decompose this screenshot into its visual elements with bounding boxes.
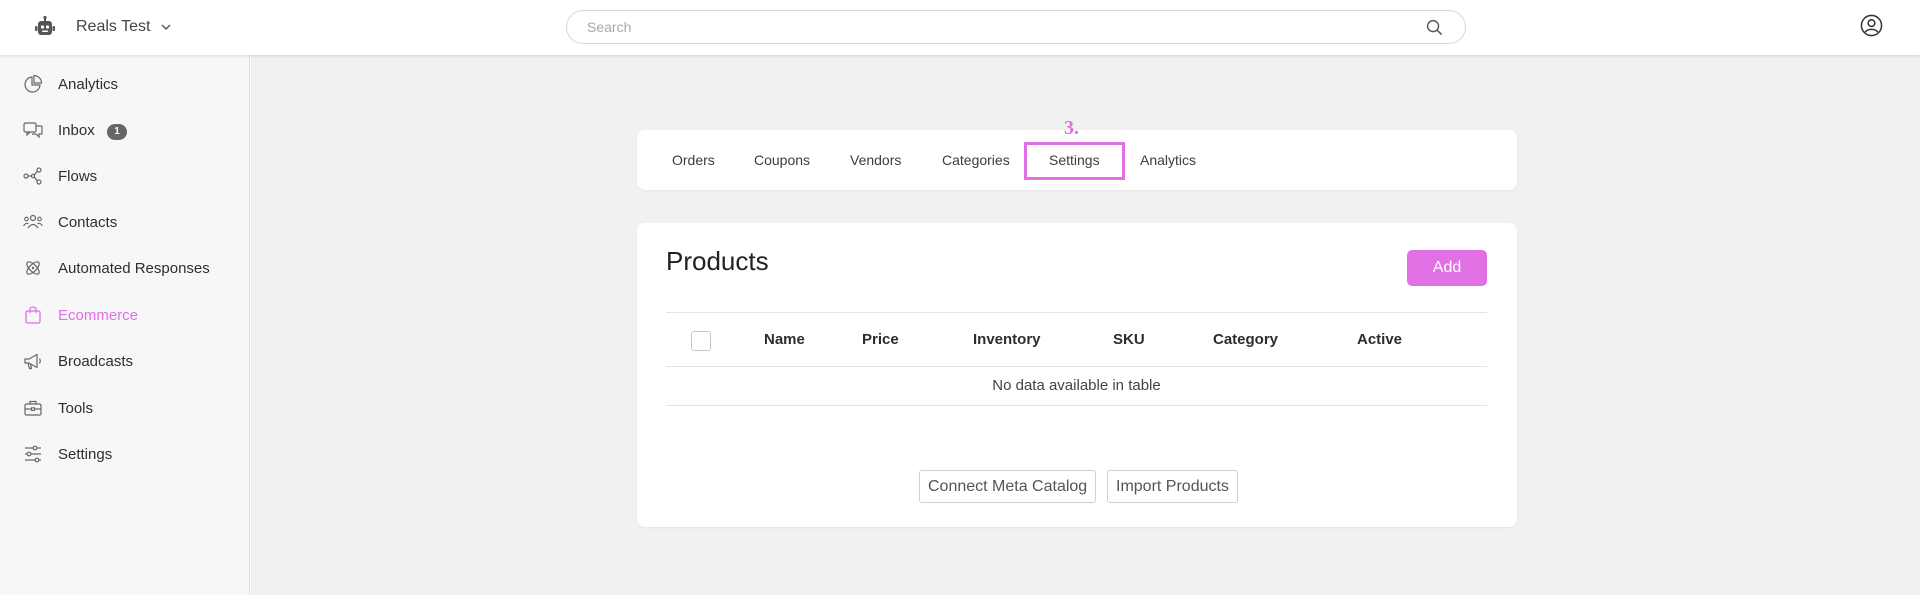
sidebar-item-flows[interactable]: Flows xyxy=(0,156,249,196)
column-header-price[interactable]: Price xyxy=(862,331,899,348)
page-title: Products xyxy=(666,246,769,276)
workspace-switcher[interactable]: Reals Test xyxy=(33,12,173,42)
sidebar-item-ecommerce[interactable]: Ecommerce xyxy=(0,295,249,335)
sidebar: Analytics Inbox 1 Flows Contacts Automat… xyxy=(0,55,250,595)
column-header-category[interactable]: Category xyxy=(1213,331,1278,348)
column-header-name[interactable]: Name xyxy=(764,331,805,348)
chevron-down-icon xyxy=(150,20,173,34)
sidebar-item-settings[interactable]: Settings xyxy=(0,434,249,474)
table-header: Name Price Inventory SKU Category Active xyxy=(666,312,1487,367)
sidebar-item-automated-responses[interactable]: Automated Responses xyxy=(0,248,249,288)
sidebar-item-label: Ecommerce xyxy=(58,306,139,324)
empty-table-message: No data available in table xyxy=(666,367,1487,406)
sidebar-item-analytics[interactable]: Analytics xyxy=(0,64,249,104)
sidebar-item-tools[interactable]: Tools xyxy=(0,388,249,428)
sidebar-item-label: Analytics xyxy=(58,75,119,93)
sidebar-item-inbox[interactable]: Inbox 1 xyxy=(0,110,249,150)
products-table: Name Price Inventory SKU Category Active… xyxy=(666,312,1487,406)
sidebar-item-label: Broadcasts xyxy=(58,352,134,370)
unread-count-badge: 1 xyxy=(107,124,127,140)
sidebar-item-label: Settings xyxy=(58,445,113,463)
tab-orders[interactable]: Orders xyxy=(672,152,715,168)
sidebar-item-contacts[interactable]: Contacts xyxy=(0,202,249,242)
tab-analytics[interactable]: Analytics xyxy=(1140,152,1196,168)
tab-categories[interactable]: Categories xyxy=(942,152,1010,168)
sidebar-item-label: Tools xyxy=(58,399,94,417)
connect-meta-catalog-button[interactable]: Connect Meta Catalog xyxy=(919,470,1097,503)
step-highlight-box xyxy=(1024,142,1125,180)
workspace-name: Reals Test xyxy=(76,18,151,35)
tab-coupons[interactable]: Coupons xyxy=(754,152,810,168)
column-header-sku[interactable]: SKU xyxy=(1113,331,1145,348)
sidebar-item-label: Contacts xyxy=(58,213,118,231)
sidebar-item-label: Flows xyxy=(58,167,98,185)
step-annotation-label: 3. xyxy=(1064,117,1079,139)
top-bar: Reals Test xyxy=(0,0,1920,55)
sidebar-item-broadcasts[interactable]: Broadcasts xyxy=(0,341,249,381)
tab-vendors[interactable]: Vendors xyxy=(850,152,901,168)
products-panel: Products Add Name Price Inventory SKU Ca… xyxy=(637,223,1517,527)
search-bar xyxy=(566,10,1466,44)
sidebar-item-label: Inbox xyxy=(58,121,95,139)
search-input[interactable] xyxy=(587,11,1407,43)
column-header-active[interactable]: Active xyxy=(1357,331,1402,348)
robot-icon xyxy=(33,15,76,39)
select-all-checkbox[interactable] xyxy=(691,331,711,351)
import-products-button[interactable]: Import Products xyxy=(1107,470,1238,503)
column-header-inventory[interactable]: Inventory xyxy=(973,331,1041,348)
add-product-button[interactable]: Add xyxy=(1407,250,1487,286)
sidebar-item-label: Automated Responses xyxy=(58,259,210,277)
